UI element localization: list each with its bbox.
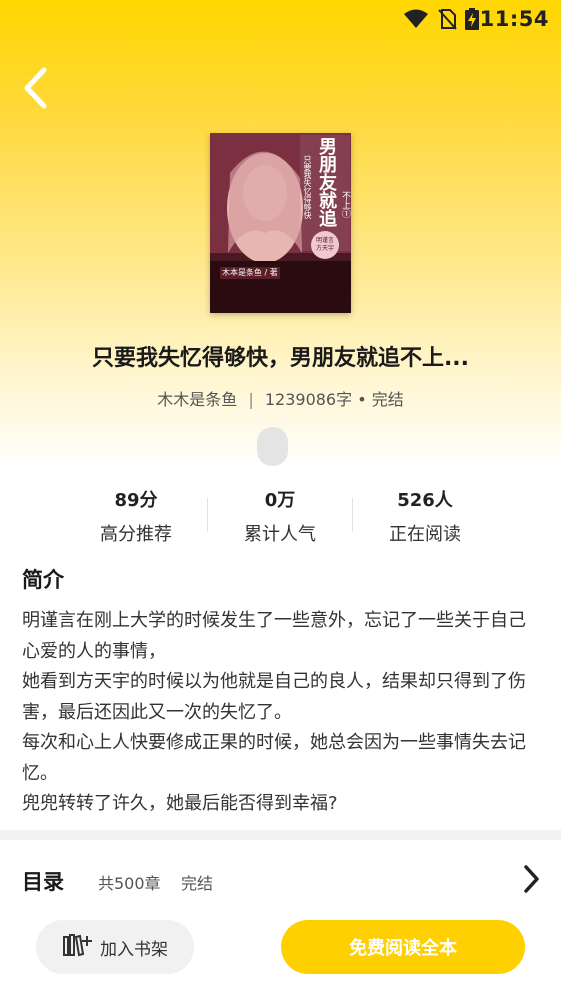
back-button[interactable] [14, 66, 58, 114]
toc-row[interactable]: 目录 共500章 完结 [0, 848, 561, 910]
status-bar: 11:54 [0, 0, 561, 38]
cover-badge-line: 明谨言 [315, 237, 334, 244]
stat-value: 89分 [114, 490, 158, 511]
stats-row: 89分 高分推荐 0万 累计人气 526人 正在阅读 [0, 486, 561, 548]
add-to-shelf-button[interactable]: 加入书架 [36, 920, 194, 974]
stat-value: 0万 [264, 490, 296, 511]
cover-title-text: 男朋友就追 [316, 137, 337, 227]
toc-chapter-count: 共500章 [98, 874, 161, 893]
book-cover[interactable]: 男朋友就追 不上① 只要我失忆得够快 明谨言 方天宇 木本是条鱼 / 著 [210, 133, 351, 313]
cover-author-text: 木本是条鱼 / 著 [222, 268, 278, 277]
stat-label: 高分推荐 [100, 524, 172, 545]
stat-popularity: 0万 累计人气 [205, 486, 355, 546]
meta-dot: • [357, 390, 367, 409]
stat-score: 89分 高分推荐 [61, 486, 211, 546]
free-read-label: 免费阅读全本 [349, 938, 457, 959]
no-sim-icon [437, 8, 457, 34]
stat-value: 526人 [397, 490, 453, 511]
stat-label: 累计人气 [244, 524, 316, 545]
cover-subtitle-text: 只要我失忆得够快 [303, 155, 312, 219]
toc-title: 目录 [22, 870, 64, 894]
bottom-action-bar: 加入书架 免费阅读全本 [0, 910, 561, 999]
intro-paragraph: 每次和心上人快要修成正果的时候，她总会因为一些事情失去记忆。 [22, 732, 526, 784]
chevron-left-icon [22, 67, 50, 113]
book-meta: 木木是条鱼 | 1239086字 • 完结 [0, 386, 561, 410]
intro-heading: 简介 [22, 568, 64, 592]
battery-charging-icon [465, 8, 479, 34]
free-read-button[interactable]: 免费阅读全本 [281, 920, 525, 974]
cover-badge-line: 方天宇 [315, 245, 334, 252]
word-count: 1239086字 [264, 390, 353, 409]
intro-paragraph: 兜兜转转了许久，她最后能否得到幸福? [22, 793, 338, 814]
stat-readers: 526人 正在阅读 [350, 486, 500, 546]
status-icons [403, 8, 479, 34]
intro-text: 明谨言在刚上大学的时候发生了一些意外，忘记了一些关于自己心爱的人的事情， 她看到… [22, 606, 542, 820]
status-time: 11:54 [479, 7, 549, 31]
chevron-right-icon [521, 864, 541, 898]
wifi-icon [403, 9, 429, 33]
book-status: 完结 [371, 390, 404, 409]
bookshelf-add-icon [62, 932, 92, 962]
add-to-shelf-label: 加入书架 [100, 939, 168, 960]
book-title: 只要我失忆得够快，男朋友就追不上... [91, 346, 470, 371]
intro-paragraph: 她看到方天宇的时候以为他就是自己的良人，结果却只得到了伤害，最后还因此又一次的失… [22, 671, 526, 723]
section-divider [0, 830, 561, 840]
meta-separator: | [248, 390, 254, 409]
stat-label: 正在阅读 [389, 524, 461, 545]
intro-paragraph: 明谨言在刚上大学的时候发生了一些意外，忘记了一些关于自己心爱的人的事情， [22, 610, 526, 662]
cover-volume-text: 不上① [340, 191, 350, 218]
expand-toggle[interactable] [257, 427, 288, 466]
author-name[interactable]: 木木是条鱼 [157, 390, 237, 409]
cover-badge: 明谨言 方天宇 [311, 237, 339, 253]
toc-status: 完结 [181, 874, 214, 893]
